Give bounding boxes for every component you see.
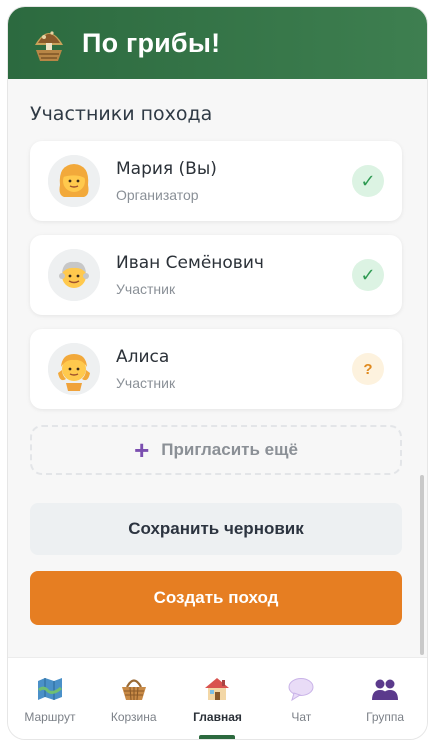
home-icon — [203, 676, 231, 702]
app-title: По грибы! — [82, 27, 221, 58]
plus-icon: + — [134, 435, 150, 465]
tab-label: Группа — [366, 710, 405, 724]
basket-icon — [120, 676, 148, 702]
app-header: По грибы! — [8, 7, 427, 79]
create-hike-button[interactable]: Создать поход — [30, 571, 402, 625]
confirmed-check-icon: ✓ — [352, 165, 384, 197]
map-icon — [36, 676, 64, 702]
participant-card[interactable]: Алиса Участник ? — [30, 329, 402, 409]
mushroom-basket-icon — [32, 23, 66, 63]
participant-name: Иван Семёнович — [116, 253, 264, 273]
child-avatar — [48, 343, 100, 395]
tab-label: Маршрут — [24, 710, 76, 724]
participant-role: Участник — [116, 281, 176, 297]
bottom-tab-bar: Маршрут Корзина Главная Чат Группа — [8, 657, 427, 739]
tab-route[interactable]: Маршрут — [8, 658, 92, 739]
pending-question-icon: ? — [352, 353, 384, 385]
chat-bubble-icon — [287, 676, 315, 702]
invite-more-button[interactable]: + Пригласить ещё — [30, 425, 402, 475]
participant-card[interactable]: Мария (Вы) Организатор ✓ — [30, 141, 402, 221]
participant-name: Алиса — [116, 347, 170, 367]
tab-basket[interactable]: Корзина — [92, 658, 176, 739]
confirmed-check-icon: ✓ — [352, 259, 384, 291]
save-draft-button[interactable]: Сохранить черновик — [30, 503, 402, 555]
participants-title: Участники похода — [30, 103, 213, 125]
active-tab-indicator — [199, 735, 236, 739]
old-man-avatar — [48, 249, 100, 301]
participant-card[interactable]: Иван Семёнович Участник ✓ — [30, 235, 402, 315]
scrollbar[interactable] — [420, 475, 424, 655]
tab-label: Корзина — [110, 710, 157, 724]
tab-home[interactable]: Главная — [176, 658, 260, 739]
app-screen: По грибы! Участники похода Мария (Вы) Ор… — [7, 6, 428, 740]
group-icon — [371, 676, 399, 702]
tab-chat[interactable]: Чат — [259, 658, 343, 739]
woman-avatar — [48, 155, 100, 207]
participant-role: Участник — [116, 375, 176, 391]
invite-label: Пригласить ещё — [161, 440, 298, 459]
participant-name: Мария (Вы) — [116, 159, 217, 179]
tab-label: Чат — [291, 710, 312, 724]
tab-label: Главная — [193, 710, 242, 724]
participant-role: Организатор — [116, 187, 199, 203]
tab-group[interactable]: Группа — [343, 658, 427, 739]
